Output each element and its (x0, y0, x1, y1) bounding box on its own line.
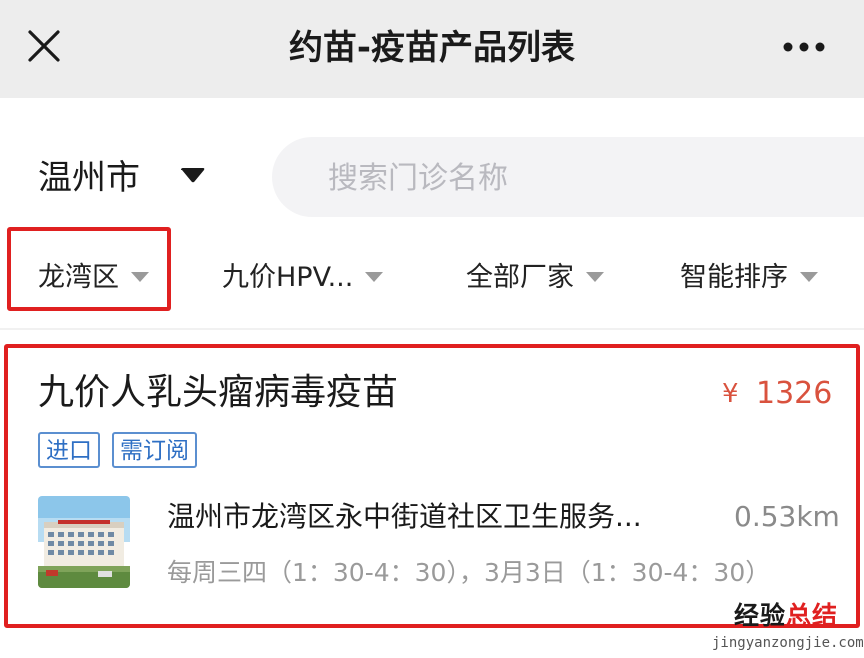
filter-sort[interactable]: 智能排序 (680, 250, 818, 306)
filter-vaccine[interactable]: 九价HPV... (222, 250, 384, 306)
more-horizontal-icon[interactable] (780, 34, 828, 60)
clinic-distance: 0.53km (734, 500, 840, 533)
tag-imported: 进口 (38, 432, 100, 468)
page-title: 约苗-疫苗产品列表 (288, 28, 576, 68)
watermark-title: 经验总结 (734, 600, 838, 632)
title-bar: 约苗-疫苗产品列表 (0, 0, 864, 98)
price-currency: ¥ (722, 379, 739, 409)
tag-subscription: 需订阅 (112, 432, 197, 468)
watermark-title-black: 经验 (734, 601, 787, 630)
clinic-thumbnail (38, 496, 130, 588)
caret-down-icon[interactable] (180, 168, 206, 184)
filter-manufacturer-label: 全部厂家 (466, 262, 574, 293)
search-input[interactable] (326, 137, 830, 219)
filter-vaccine-label: 九价HPV... (222, 262, 354, 293)
watermark-title-red: 总结 (786, 601, 839, 630)
clinic-schedule: 每周三四（1：30-4：30），3月3日（1：30-4：30） (167, 558, 771, 587)
filter-sort-label: 智能排序 (680, 262, 788, 293)
caret-down-icon (365, 271, 384, 282)
search-bar[interactable] (272, 137, 864, 219)
close-icon[interactable] (26, 28, 62, 64)
caret-down-icon (586, 271, 604, 282)
city-selector[interactable]: 温州市 (38, 150, 140, 206)
product-name: 九价人乳头瘤病毒疫苗 (38, 372, 399, 413)
caret-down-icon (800, 271, 818, 282)
divider (0, 328, 864, 330)
watermark: 经验总结 jingyanzongjie.com (710, 600, 864, 656)
clinic-name: 温州市龙湾区永中街道社区卫生服务... (167, 500, 642, 533)
highlight-box (7, 227, 171, 311)
watermark-url: jingyanzongjie.com (712, 635, 864, 651)
filter-manufacturer[interactable]: 全部厂家 (466, 250, 604, 306)
price-value: 1326 (756, 376, 833, 411)
